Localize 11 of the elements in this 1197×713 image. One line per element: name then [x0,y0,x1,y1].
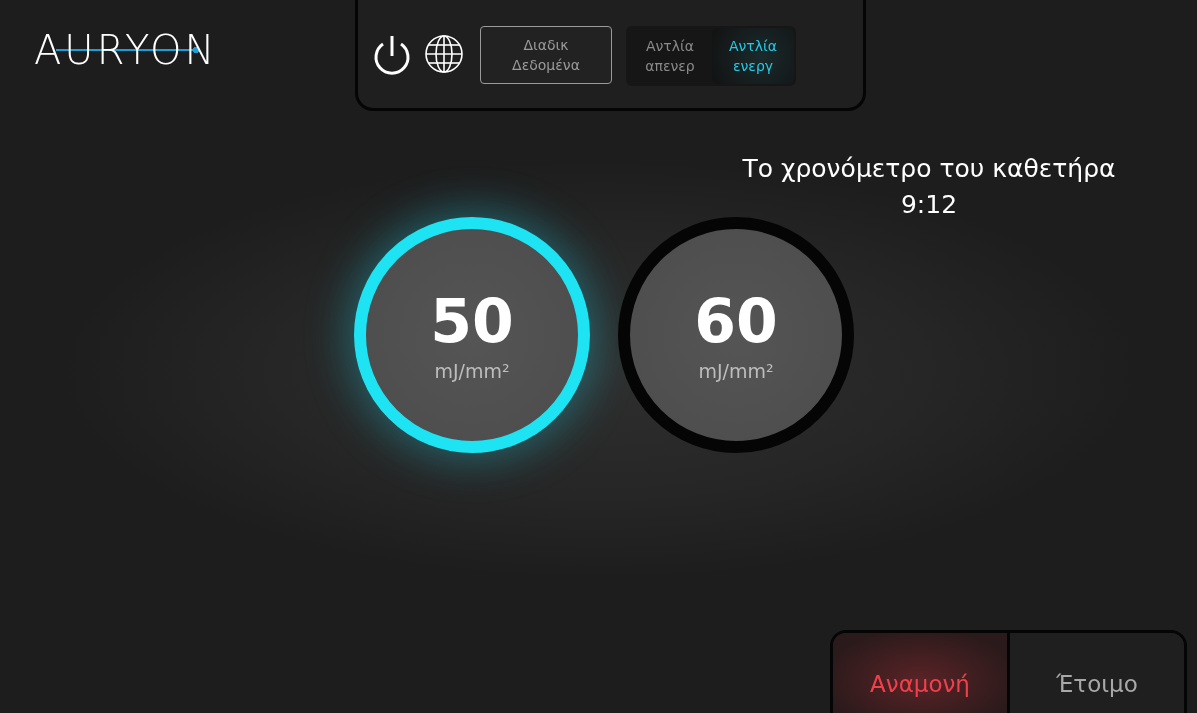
timer-value: 9:12 [900,189,958,221]
mode-button[interactable]: Έτοιμο [1007,633,1184,713]
energy-level-button[interactable]: 60 mJ/mm² [618,217,854,453]
pump-toggle-option[interactable]: Αντλία ενεργ [712,28,794,84]
energy-level-button[interactable]: 50 mJ/mm² [354,217,590,453]
timer-label: Το χρονόμετρο του καθετήρα [742,153,1116,185]
data-processing-button[interactable]: Διαδικ Δεδομένα [480,26,612,84]
globe-icon[interactable] [424,34,464,74]
power-icon[interactable] [372,34,412,78]
pump-toggle-option[interactable]: Αντλία απενερ [628,28,712,84]
mode-button[interactable]: Αναμονή [833,633,1007,713]
